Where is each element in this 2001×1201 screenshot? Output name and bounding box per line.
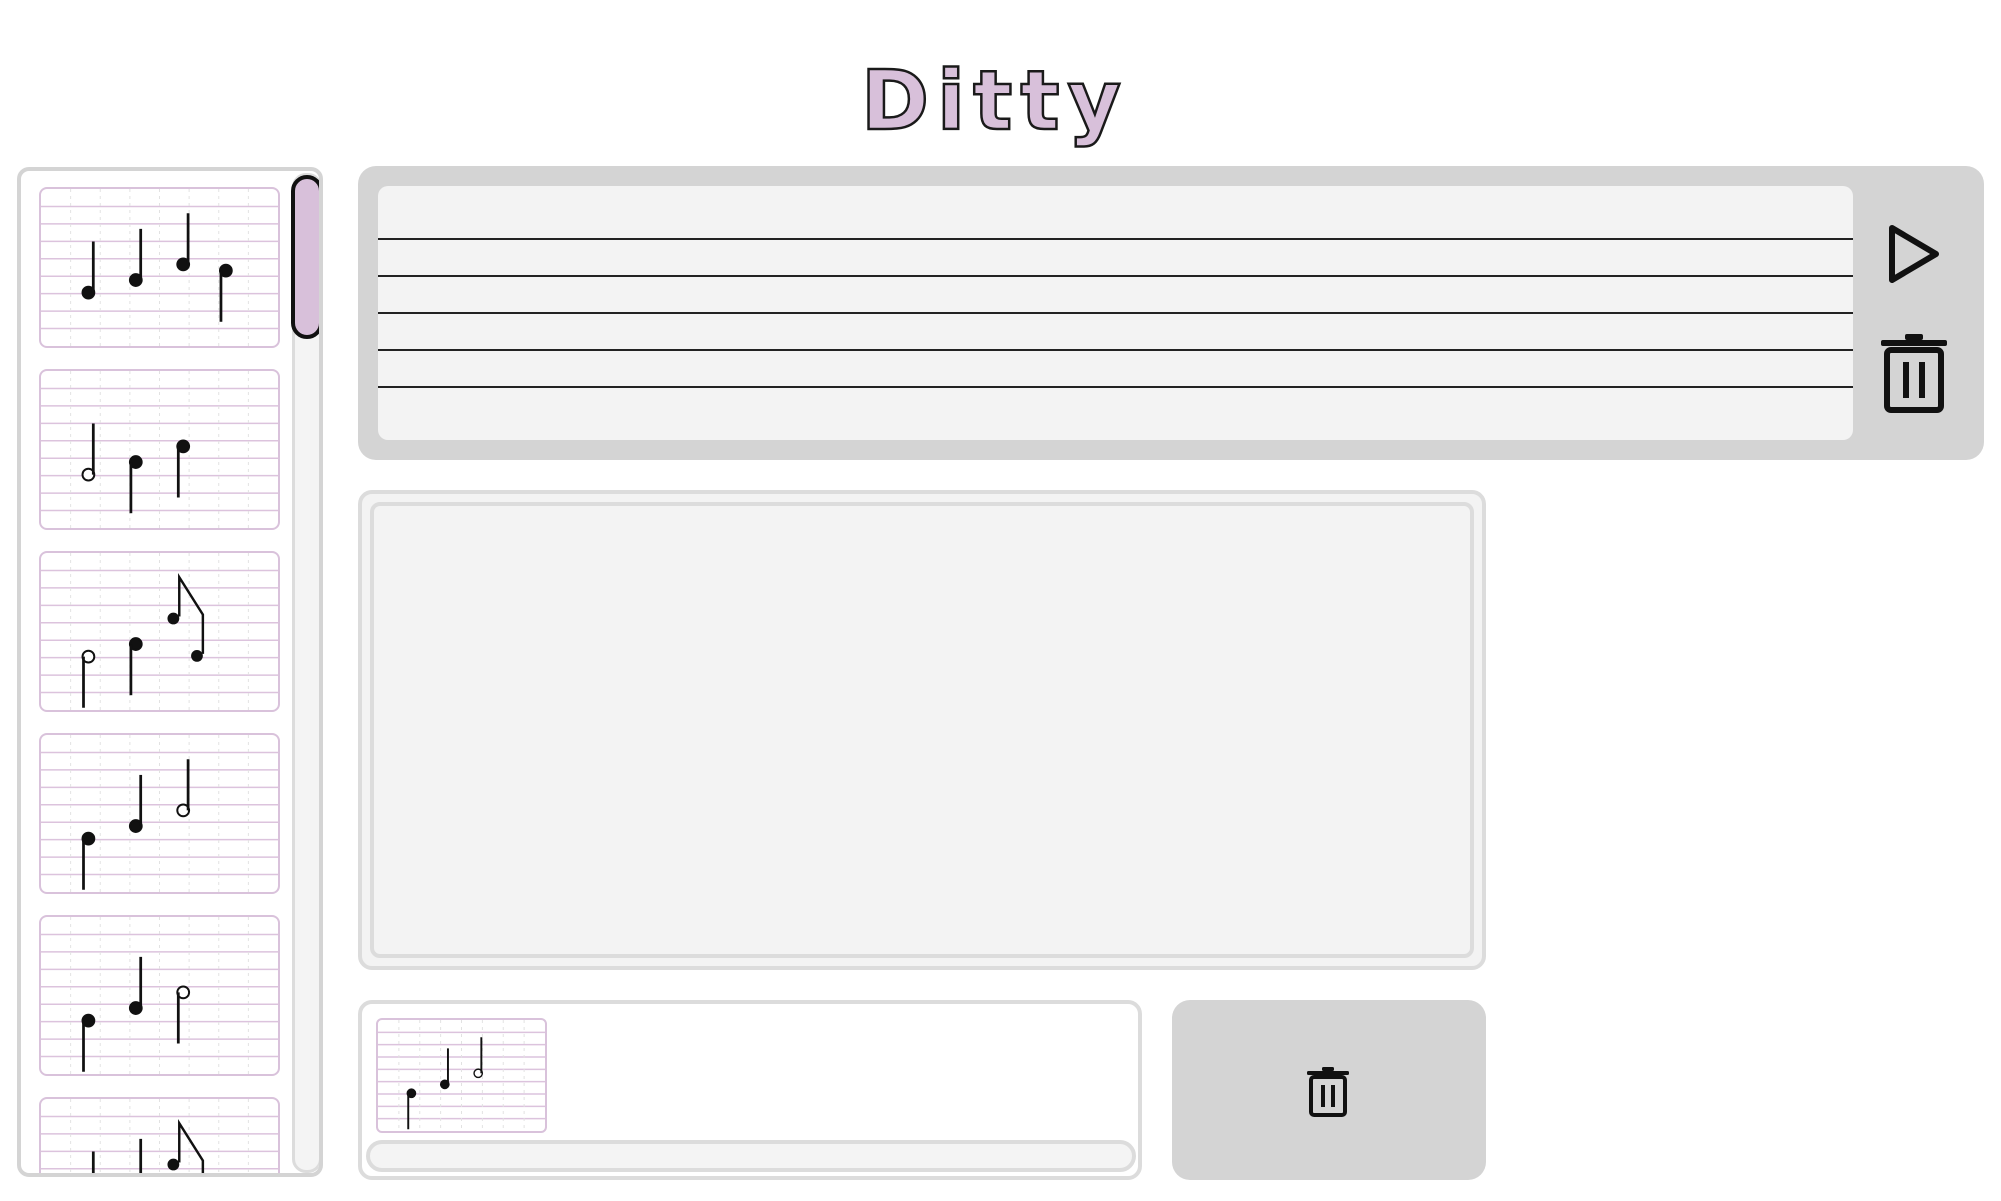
note-quarter-up <box>128 637 143 696</box>
trash-icon <box>1307 1067 1349 1117</box>
note-half-up <box>81 649 96 708</box>
note-quarter-up <box>128 455 143 514</box>
library-ditty-card[interactable] <box>39 187 280 348</box>
music-staff[interactable] <box>378 186 1853 440</box>
ditty-thumbnail <box>41 735 278 892</box>
note-quarter-down <box>139 1138 143 1173</box>
trash-icon <box>1881 334 1947 413</box>
ditty-thumbnail <box>41 371 278 528</box>
staff-line <box>378 349 1853 351</box>
sequence-track <box>358 1000 1142 1180</box>
ditty-editor[interactable] <box>358 490 1486 970</box>
note-quarter-up <box>176 439 191 498</box>
note-quarter-down <box>128 956 143 1015</box>
ditty-library <box>17 167 323 1177</box>
note-quarter-up <box>81 831 96 890</box>
library-scrollbar-thumb[interactable] <box>291 175 319 339</box>
note-quarter-down <box>128 228 143 287</box>
ditty-thumbnail <box>41 1099 278 1173</box>
clear-staff-button[interactable] <box>1879 332 1949 414</box>
play-button[interactable] <box>1886 224 1942 284</box>
note-eighth-pair <box>167 572 205 662</box>
sequence-scrollbar[interactable] <box>366 1140 1136 1172</box>
staff-line <box>378 386 1853 388</box>
note-quarter-down <box>81 241 96 300</box>
note-quarter-down <box>439 1048 450 1090</box>
editor-canvas[interactable] <box>370 502 1474 958</box>
note-quarter-up <box>406 1088 417 1130</box>
library-ditty-card[interactable] <box>39 915 280 1076</box>
library-ditty-card[interactable] <box>39 733 280 894</box>
note-half-down <box>81 423 96 482</box>
library-ditty-card[interactable] <box>39 1097 280 1173</box>
note-quarter-up <box>81 1013 96 1072</box>
staff-line <box>378 238 1853 240</box>
play-icon <box>1889 225 1939 283</box>
staff-line <box>378 312 1853 314</box>
ditty-thumbnail <box>41 189 278 346</box>
library-ditty-card[interactable] <box>39 369 280 530</box>
ditty-thumbnail <box>41 553 278 710</box>
note-quarter-down <box>91 1151 95 1173</box>
ditty-thumbnail <box>378 1020 545 1131</box>
sequence-item[interactable] <box>376 1018 547 1133</box>
library-ditty-card[interactable] <box>39 551 280 712</box>
app-title: Ditty <box>860 53 1130 151</box>
ditty-thumbnail <box>41 917 278 1074</box>
note-quarter-down <box>128 774 143 833</box>
delete-sequence-item-button[interactable] <box>1172 1000 1486 1180</box>
staff-line <box>378 275 1853 277</box>
staff-panel <box>358 166 1984 460</box>
note-half-up <box>176 985 191 1044</box>
